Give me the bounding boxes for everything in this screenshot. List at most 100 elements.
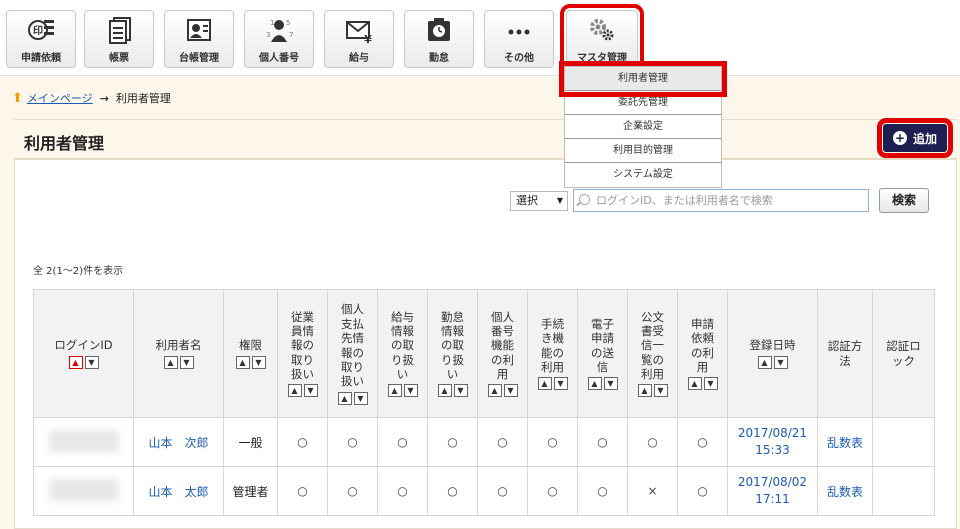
- menu-item-purpose-management[interactable]: 利用目的管理: [565, 139, 721, 163]
- login-id-cell: [33, 417, 134, 467]
- sort-asc-icon[interactable]: ▲: [68, 355, 83, 369]
- sort-asc-icon[interactable]: ▲: [337, 391, 352, 405]
- user-name-link-text[interactable]: 山本 次郎: [148, 436, 208, 450]
- column-header: 個人番号機能の利用 ▲ ▼: [477, 289, 528, 418]
- svg-text:7: 7: [289, 31, 293, 39]
- sort-desc-icon[interactable]: ▼: [773, 355, 788, 369]
- sort-controls: ▲ ▼: [687, 377, 718, 391]
- menu-item-company-settings[interactable]: 企業設定: [565, 115, 721, 139]
- menu-item-system-settings[interactable]: システム設定: [565, 163, 721, 187]
- permission-cell-text: ○: [697, 435, 708, 449]
- sort-asc-icon[interactable]: ▲: [637, 384, 652, 398]
- document-icon: [85, 15, 153, 49]
- toolbar-request-button[interactable]: 印 申請依頼: [6, 10, 76, 68]
- column-header: 給与情報の取り扱い ▲ ▼: [377, 289, 428, 418]
- toolbar-label: その他: [504, 53, 534, 64]
- permission-cell: ○: [327, 466, 378, 516]
- permission-cell-text: ×: [647, 484, 658, 498]
- sort-asc-icon[interactable]: ▲: [437, 384, 452, 398]
- sort-asc-icon[interactable]: ▲: [235, 355, 250, 369]
- column-header: 権限 ▲ ▼: [223, 289, 278, 418]
- table-header-row: ログインID ▲ ▼ 利用者名 ▲ ▼ 権限 ▲ ▼ 従業員情報の取り扱い ▲ ▼ 個人支払先情報の取り…: [33, 289, 935, 418]
- permission-cell-text: ○: [447, 435, 458, 449]
- auth-method-link[interactable]: 乱数表: [817, 417, 873, 467]
- master-dropdown-menu: 利用者管理 委託先管理 企業設定 利用目的管理 システム設定: [559, 61, 727, 188]
- permission-cell-text: ○: [397, 484, 408, 498]
- user-name-link-text[interactable]: 山本 太郎: [148, 485, 208, 499]
- permission-cell: ○: [577, 466, 628, 516]
- role-cell-text: 管理者: [232, 484, 269, 499]
- sort-desc-icon[interactable]: ▼: [179, 355, 194, 369]
- sort-asc-icon[interactable]: ▲: [757, 355, 772, 369]
- permission-cell-text: ○: [647, 435, 658, 449]
- user-name-link[interactable]: 山本 太郎: [133, 466, 224, 516]
- toolbar-forms-button[interactable]: 帳票: [84, 10, 154, 68]
- column-header-label: 個人番号機能の利用: [491, 309, 514, 382]
- sort-desc-icon[interactable]: ▼: [251, 355, 266, 369]
- sort-asc-icon[interactable]: ▲: [587, 377, 602, 391]
- sort-asc-icon[interactable]: ▲: [163, 355, 178, 369]
- sort-desc-icon[interactable]: ▼: [303, 384, 318, 398]
- breadcrumb-home-link[interactable]: メインページ: [27, 90, 93, 106]
- column-header: 公文書受信一覧の利用 ▲ ▼: [627, 289, 678, 418]
- auth-method-link-text[interactable]: 乱数表: [827, 485, 863, 499]
- registered-date-link-text[interactable]: 2017/08/02 17:11: [736, 474, 810, 508]
- sort-desc-icon[interactable]: ▼: [653, 384, 668, 398]
- sort-asc-icon[interactable]: ▲: [287, 384, 302, 398]
- permission-cell: ×: [627, 466, 678, 516]
- search-filter-select[interactable]: 選択 ▼: [510, 191, 568, 211]
- sort-asc-icon[interactable]: ▲: [687, 377, 702, 391]
- sort-asc-icon[interactable]: ▲: [537, 377, 552, 391]
- search-input[interactable]: ログインID、または利用者名で検索: [573, 189, 869, 212]
- sort-desc-icon[interactable]: ▼: [503, 384, 518, 398]
- toolbar-ledger-button[interactable]: 台帳管理: [164, 10, 234, 68]
- toolbar-label: 台帳管理: [179, 53, 219, 64]
- permission-cell: ○: [527, 417, 578, 467]
- svg-text:1: 1: [270, 19, 274, 27]
- permission-cell: ○: [477, 417, 528, 467]
- menu-item-contractor-management[interactable]: 委託先管理: [565, 91, 721, 115]
- auth-method-link-text[interactable]: 乱数表: [827, 436, 863, 450]
- search-placeholder: ログインID、または利用者名で検索: [596, 194, 773, 207]
- user-name-link[interactable]: 山本 次郎: [133, 417, 224, 467]
- auth-method-link[interactable]: 乱数表: [817, 466, 873, 516]
- permission-cell-text: ○: [547, 484, 558, 498]
- sort-desc-icon[interactable]: ▼: [403, 384, 418, 398]
- column-header-label: 電子申請の送信: [591, 316, 614, 374]
- toolbar-salary-button[interactable]: ¥ 給与: [324, 10, 394, 68]
- sort-asc-icon[interactable]: ▲: [387, 384, 402, 398]
- column-header-label: 給与情報の取り扱い: [391, 309, 414, 382]
- toolbar-label: 帳票: [109, 53, 129, 64]
- search-icon: [579, 194, 590, 205]
- permission-cell-text: ○: [497, 435, 508, 449]
- sort-desc-icon[interactable]: ▼: [353, 391, 368, 405]
- registered-date-link-text[interactable]: 2017/08/21 15:33: [736, 425, 810, 459]
- toolbar-other-button[interactable]: その他: [484, 10, 554, 68]
- registered-date-link[interactable]: 2017/08/21 15:33: [727, 417, 818, 467]
- column-header: 利用者名 ▲ ▼: [133, 289, 224, 418]
- sort-desc-icon[interactable]: ▼: [84, 355, 99, 369]
- permission-cell-text: ○: [447, 484, 458, 498]
- column-header: 電子申請の送信 ▲ ▼: [577, 289, 628, 418]
- sort-desc-icon[interactable]: ▼: [453, 384, 468, 398]
- sort-desc-icon[interactable]: ▼: [553, 377, 568, 391]
- sort-controls: ▲ ▼: [235, 355, 266, 369]
- sort-desc-icon[interactable]: ▼: [703, 377, 718, 391]
- result-count: 全 2(1〜2)件を表示: [33, 266, 124, 277]
- toolbar-attendance-button[interactable]: 勤怠: [404, 10, 474, 68]
- login-id-cell: [33, 466, 134, 516]
- sort-desc-icon[interactable]: ▼: [603, 377, 618, 391]
- auth-lock-cell: [872, 417, 935, 467]
- add-button[interactable]: + 追加: [877, 118, 953, 158]
- search-button[interactable]: 検索: [879, 188, 929, 213]
- sort-asc-icon[interactable]: ▲: [487, 384, 502, 398]
- breadcrumb-arrow: →: [99, 91, 109, 105]
- menu-item-user-management[interactable]: 利用者管理: [559, 61, 727, 97]
- registered-date-link[interactable]: 2017/08/02 17:11: [727, 466, 818, 516]
- permission-cell: ○: [527, 466, 578, 516]
- permission-cell: ○: [327, 417, 378, 467]
- toolbar-master-button[interactable]: マスタ管理: [560, 4, 644, 74]
- gears-icon: [567, 15, 637, 49]
- permission-cell: ○: [677, 466, 728, 516]
- toolbar-personal-number-button[interactable]: 1537 個人番号: [244, 10, 314, 68]
